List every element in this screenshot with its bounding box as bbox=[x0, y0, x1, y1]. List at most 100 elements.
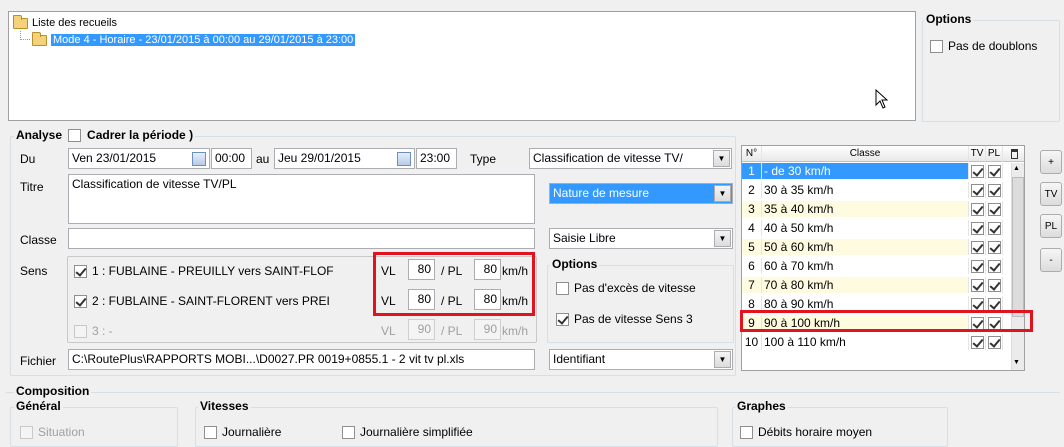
row-number-cell[interactable]: 7 bbox=[742, 277, 762, 293]
checkbox-icon[interactable] bbox=[74, 264, 87, 278]
time-from-field[interactable]: 00:00 bbox=[211, 148, 252, 169]
row-tv-cell[interactable] bbox=[969, 163, 986, 179]
chevron-down-icon[interactable]: ▼ bbox=[714, 351, 731, 368]
row-tv-cell[interactable] bbox=[969, 277, 986, 293]
tv-checkbox[interactable] bbox=[970, 221, 984, 235]
checkbox-icon[interactable] bbox=[20, 425, 33, 439]
tree-root[interactable]: Liste des recueils bbox=[13, 14, 117, 31]
classe-field[interactable] bbox=[68, 228, 535, 249]
fichier-field[interactable]: C:\RoutePlus\RAPPORTS MOBI...\D0027.PR 0… bbox=[68, 349, 535, 370]
tv-checkbox[interactable] bbox=[970, 183, 984, 197]
column-chooser-icon[interactable] bbox=[1010, 148, 1018, 159]
row-classe-cell[interactable]: 100 à 110 km/h bbox=[762, 334, 969, 350]
journaliere-simplifiee-checkbox[interactable]: Journalière simplifiée bbox=[342, 425, 473, 439]
row-number-cell[interactable]: 1 bbox=[742, 163, 762, 179]
calendar-icon[interactable] bbox=[192, 152, 206, 166]
grid-row[interactable]: 2 30 à 35 km/h bbox=[742, 182, 1009, 198]
pl-checkbox[interactable] bbox=[987, 240, 1001, 254]
row-pl-cell[interactable] bbox=[986, 239, 1003, 255]
classes-grid[interactable]: N° Classe TV PL 1- de 30 km/h 2 30 à 35 km… bbox=[741, 145, 1025, 371]
toggle-tv-button[interactable]: TV bbox=[1040, 182, 1062, 206]
sens-2-checkbox[interactable]: 2 : FUBLAINE - SAINT-FLORENT vers PREI bbox=[74, 294, 380, 308]
nature-select[interactable]: Nature de mesure ▼ bbox=[549, 183, 733, 204]
calendar-icon[interactable] bbox=[397, 152, 411, 166]
grid-row[interactable]: 6 60 à 70 km/h bbox=[742, 258, 1009, 274]
scroll-down-icon[interactable]: ▼ bbox=[1013, 359, 1020, 366]
row-number-cell[interactable]: 2 bbox=[742, 182, 762, 198]
row-classe-cell[interactable]: 60 à 70 km/h bbox=[762, 258, 969, 274]
type-select[interactable]: Classification de vitesse TV/ ▼ bbox=[529, 148, 732, 169]
row-tv-cell[interactable] bbox=[969, 220, 986, 236]
tv-checkbox[interactable] bbox=[970, 335, 984, 349]
debits-checkbox[interactable]: Débits horaire moyen bbox=[740, 425, 872, 439]
date-from-field[interactable]: Ven 23/01/2015 bbox=[68, 148, 210, 169]
row-number-cell[interactable]: 6 bbox=[742, 258, 762, 274]
sens-1-checkbox[interactable]: 1 : FUBLAINE - PREUILLY vers SAINT-FLOF bbox=[74, 264, 380, 278]
col-pl-header[interactable]: PL bbox=[986, 146, 1003, 162]
row-tv-cell[interactable] bbox=[969, 239, 986, 255]
sens-3-pl-field[interactable]: 90 bbox=[474, 319, 501, 340]
col-classe-header[interactable]: Classe bbox=[762, 146, 969, 162]
chevron-down-icon[interactable]: ▼ bbox=[714, 185, 731, 202]
pl-checkbox[interactable] bbox=[987, 335, 1001, 349]
pl-checkbox[interactable] bbox=[987, 278, 1001, 292]
chevron-down-icon[interactable]: ▼ bbox=[713, 150, 730, 167]
time-to-field[interactable]: 23:00 bbox=[416, 148, 457, 169]
checkbox-icon[interactable] bbox=[556, 281, 569, 295]
chevron-down-icon[interactable]: ▼ bbox=[714, 230, 731, 247]
date-to-field[interactable]: Jeu 29/01/2015 bbox=[274, 148, 415, 169]
row-pl-cell[interactable] bbox=[986, 182, 1003, 198]
pl-checkbox[interactable] bbox=[987, 259, 1001, 273]
grid-row[interactable]: 4 40 à 50 km/h bbox=[742, 220, 1009, 236]
checkbox-icon[interactable] bbox=[74, 294, 87, 308]
row-number-cell[interactable]: 4 bbox=[742, 220, 762, 236]
tv-checkbox[interactable] bbox=[970, 297, 984, 311]
checkbox-icon[interactable] bbox=[740, 425, 753, 439]
row-number-cell[interactable]: 5 bbox=[742, 239, 762, 255]
remove-class-button[interactable]: - bbox=[1040, 248, 1062, 272]
checkbox-icon[interactable] bbox=[930, 39, 943, 53]
tv-checkbox[interactable] bbox=[970, 164, 984, 178]
checkbox-icon[interactable] bbox=[74, 324, 87, 338]
grid-row[interactable]: 5 50 à 60 km/h bbox=[742, 239, 1009, 255]
recueil-tree[interactable]: Liste des recueils Mode 4 - Horaire - 23… bbox=[8, 11, 916, 121]
row-classe-cell[interactable]: 30 à 35 km/h bbox=[762, 182, 969, 198]
row-tv-cell[interactable] bbox=[969, 334, 986, 350]
tv-checkbox[interactable] bbox=[970, 259, 984, 273]
grid-row[interactable]: 3 35 à 40 km/h bbox=[742, 201, 1009, 217]
row-pl-cell[interactable] bbox=[986, 277, 1003, 293]
row-classe-cell[interactable]: - de 30 km/h bbox=[762, 163, 969, 179]
col-options-header[interactable] bbox=[1003, 146, 1024, 162]
row-tv-cell[interactable] bbox=[969, 201, 986, 217]
pl-checkbox[interactable] bbox=[987, 183, 1001, 197]
checkbox-icon[interactable] bbox=[342, 425, 355, 439]
col-tv-header[interactable]: TV bbox=[969, 146, 986, 162]
tv-checkbox[interactable] bbox=[970, 278, 984, 292]
sens-3-vl-field[interactable]: 90 bbox=[408, 319, 435, 340]
row-pl-cell[interactable] bbox=[986, 201, 1003, 217]
checkbox-icon[interactable] bbox=[556, 312, 569, 326]
add-class-button[interactable]: + bbox=[1040, 150, 1062, 174]
grid-row[interactable]: 10 100 à 110 km/h bbox=[742, 334, 1009, 350]
row-pl-cell[interactable] bbox=[986, 220, 1003, 236]
row-classe-cell[interactable]: 50 à 60 km/h bbox=[762, 239, 969, 255]
saisie-select[interactable]: Saisie Libre ▼ bbox=[549, 228, 733, 249]
row-pl-cell[interactable] bbox=[986, 258, 1003, 274]
scrollbar-thumb[interactable] bbox=[1012, 177, 1024, 317]
situation-checkbox[interactable]: Situation bbox=[20, 425, 85, 439]
row-tv-cell[interactable] bbox=[969, 182, 986, 198]
grid-row[interactable]: 1- de 30 km/h bbox=[742, 163, 1009, 179]
grid-scrollbar[interactable]: ▲ ▼ bbox=[1011, 163, 1024, 370]
titre-field[interactable]: Classification de vitesse TV/PL bbox=[68, 174, 535, 224]
sens-3-checkbox[interactable]: 3 : - bbox=[74, 324, 113, 338]
row-classe-cell[interactable]: 70 à 80 km/h bbox=[762, 277, 969, 293]
pl-checkbox[interactable] bbox=[987, 297, 1001, 311]
col-num-header[interactable]: N° bbox=[742, 146, 762, 162]
tv-checkbox[interactable] bbox=[970, 240, 984, 254]
pl-checkbox[interactable] bbox=[987, 221, 1001, 235]
row-classe-cell[interactable]: 40 à 50 km/h bbox=[762, 220, 969, 236]
row-tv-cell[interactable] bbox=[969, 258, 986, 274]
pl-checkbox[interactable] bbox=[987, 164, 1001, 178]
no-duplicates-checkbox[interactable]: Pas de doublons bbox=[930, 39, 1037, 53]
tv-checkbox[interactable] bbox=[970, 202, 984, 216]
